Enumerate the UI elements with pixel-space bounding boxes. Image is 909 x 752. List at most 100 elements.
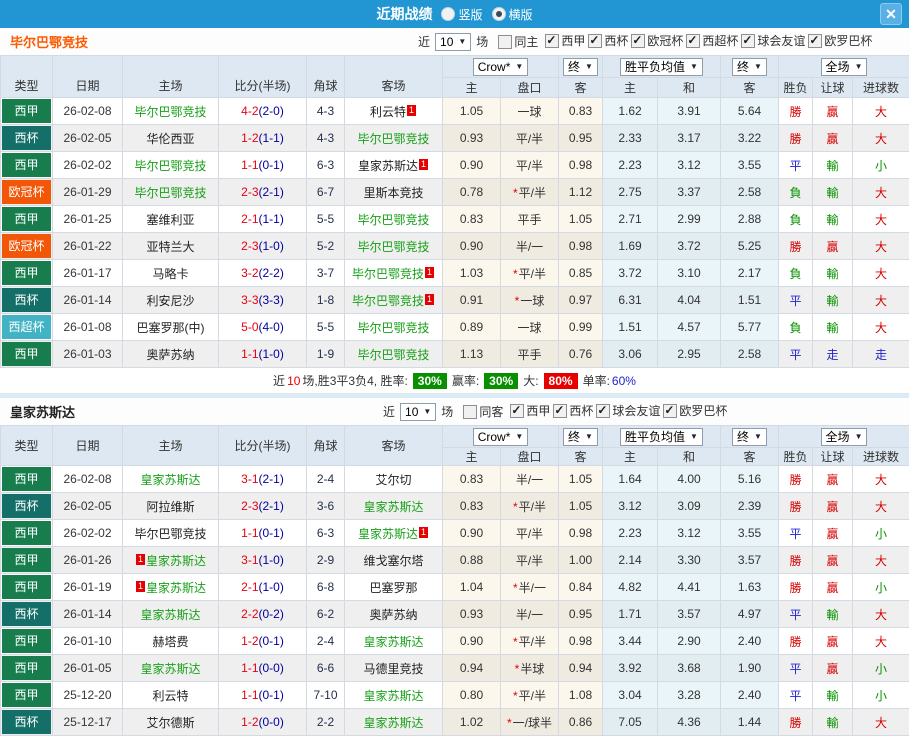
checkbox-icon[interactable]: [553, 403, 568, 418]
away-team-link[interactable]: 巴塞罗那: [369, 581, 417, 595]
away-team-link[interactable]: 毕尔巴鄂竞技: [357, 132, 429, 146]
odds-company-select[interactable]: Crow*: [472, 57, 529, 76]
corner-count: 4-3: [306, 124, 345, 152]
league-filter-checkbox[interactable]: 西杯: [551, 402, 593, 419]
home-team-link[interactable]: 利云特: [152, 689, 188, 703]
league-filter-checkbox[interactable]: 欧冠杯: [629, 32, 683, 49]
handicap-line-cell: *半球: [500, 654, 559, 682]
league-filter-checkbox[interactable]: 球会友谊: [739, 32, 805, 49]
horizontal-layout-label[interactable]: 横版: [509, 6, 533, 23]
odds-final-select[interactable]: 终: [563, 427, 598, 446]
home-team-link[interactable]: 毕尔巴鄂竞技: [134, 186, 206, 200]
home-team-link[interactable]: 巴塞罗那(中): [137, 321, 205, 335]
away-team-link[interactable]: 维戈塞尔塔: [363, 554, 423, 568]
league-filter-checkbox[interactable]: 西超杯: [684, 32, 738, 49]
away-team-link[interactable]: 皇家苏斯达: [363, 635, 423, 649]
close-button[interactable]: [880, 3, 902, 25]
home-team-link[interactable]: 皇家苏斯达: [146, 554, 206, 568]
home-team-link[interactable]: 皇家苏斯达: [140, 662, 200, 676]
scope-select[interactable]: 全场: [820, 427, 868, 446]
checkbox-icon[interactable]: [596, 403, 611, 418]
col-result-wdl: 胜负: [778, 77, 813, 98]
league-filter-checkbox[interactable]: 西杯: [586, 32, 628, 49]
checkbox-icon[interactable]: [631, 33, 646, 48]
away-team-link[interactable]: 利云特: [370, 105, 406, 119]
match-count-select[interactable]: 10: [400, 402, 437, 421]
avg-final-select[interactable]: 终: [732, 427, 767, 446]
horizontal-layout-radio[interactable]: [491, 7, 506, 21]
away-team-link[interactable]: 毕尔巴鄂竞技: [352, 267, 424, 281]
home-team-link[interactable]: 毕尔巴鄂竞技: [134, 527, 206, 541]
away-team-link[interactable]: 里斯本竞技: [363, 186, 423, 200]
home-team-link[interactable]: 毕尔巴鄂竞技: [134, 105, 206, 119]
home-team-link[interactable]: 毕尔巴鄂竞技: [134, 159, 206, 173]
match-count-select[interactable]: 10: [435, 32, 472, 51]
home-team-link[interactable]: 华伦西亚: [146, 132, 194, 146]
home-team-link[interactable]: 奥萨苏纳: [146, 348, 194, 362]
col-result-wdl: 胜负: [778, 447, 813, 466]
result-goals: 大: [875, 499, 888, 514]
league-filter-checkbox[interactable]: 西甲: [508, 402, 550, 419]
score-cell: 1-1(0-1): [218, 151, 307, 179]
avg-away-odds: 3.22: [720, 124, 779, 152]
away-team-link[interactable]: 毕尔巴鄂竞技: [357, 321, 429, 335]
home-team-link[interactable]: 利安尼沙: [146, 294, 194, 308]
away-team-link[interactable]: 毕尔巴鄂竞技: [352, 294, 424, 308]
vertical-layout-radio[interactable]: [441, 7, 456, 21]
home-team-link[interactable]: 皇家苏斯达: [140, 608, 200, 622]
avg-type-select[interactable]: 胜平负均值: [620, 427, 703, 446]
col-score: 比分(半场): [218, 55, 307, 98]
away-team-link[interactable]: 皇家苏斯达: [358, 527, 418, 541]
home-team-link[interactable]: 阿拉维斯: [146, 500, 194, 514]
vertical-layout-label[interactable]: 竖版: [458, 6, 482, 23]
odds-company-select[interactable]: Crow*: [472, 427, 529, 446]
away-team-link[interactable]: 毕尔巴鄂竞技: [357, 240, 429, 254]
team1-name[interactable]: 毕尔巴鄂竞技: [10, 32, 88, 51]
checkbox-icon[interactable]: [545, 33, 560, 48]
away-team-link[interactable]: 皇家苏斯达: [363, 500, 423, 514]
away-team-link[interactable]: 艾尔切: [375, 473, 411, 487]
handicap-away-odds: 0.94: [558, 654, 603, 682]
checkbox-icon[interactable]: [686, 33, 701, 48]
avg-type-select[interactable]: 胜平负均值: [620, 57, 703, 76]
home-team-link[interactable]: 亚特兰大: [146, 240, 194, 254]
handicap-line: 半球: [520, 661, 545, 676]
same-venue-checkbox[interactable]: 同主: [496, 33, 538, 50]
home-team-link[interactable]: 塞维利亚: [146, 213, 194, 227]
score-cell: 1-2(0-0): [218, 708, 307, 736]
league-type-badge: 西杯: [2, 602, 51, 626]
league-filter-checkbox[interactable]: 欧罗巴杯: [661, 402, 727, 419]
league-filter-checkbox[interactable]: 球会友谊: [594, 402, 660, 419]
league-filter-checkbox[interactable]: 欧罗巴杯: [806, 32, 872, 49]
home-team-link[interactable]: 皇家苏斯达: [146, 581, 206, 595]
checkbox-icon[interactable]: [463, 404, 478, 419]
checkbox-icon[interactable]: [741, 33, 756, 48]
away-team-link[interactable]: 皇家苏斯达: [358, 159, 418, 173]
away-team-link[interactable]: 皇家苏斯达: [363, 689, 423, 703]
checkbox-icon[interactable]: [498, 34, 513, 49]
avg-final-select[interactable]: 终: [732, 57, 767, 76]
home-team-link[interactable]: 赫塔费: [152, 635, 188, 649]
away-team-link[interactable]: 毕尔巴鄂竞技: [357, 213, 429, 227]
checkbox-icon[interactable]: [510, 403, 525, 418]
same-venue-checkbox[interactable]: 同客: [461, 403, 503, 420]
scope-select[interactable]: 全场: [820, 57, 868, 76]
home-team-link[interactable]: 马略卡: [152, 267, 188, 281]
away-team-link[interactable]: 毕尔巴鄂竞技: [357, 348, 429, 362]
home-team-link[interactable]: 皇家苏斯达: [140, 473, 200, 487]
col-type: 类型: [0, 425, 53, 466]
odds-final-select[interactable]: 终: [563, 57, 598, 76]
team2-name[interactable]: 皇家苏斯达: [10, 402, 75, 421]
fulltime-score: 2-3: [241, 185, 259, 199]
away-team-link[interactable]: 马德里竞技: [363, 662, 423, 676]
home-team-link[interactable]: 艾尔德斯: [146, 716, 194, 730]
col-odds-line: 盘口: [500, 77, 559, 98]
checkbox-icon[interactable]: [808, 33, 823, 48]
match-row: 西杯 26-02-05 阿拉维斯 2-3(2-1) 3-6 皇家苏斯达 0.83…: [0, 492, 909, 520]
handicap-line-cell: 平手: [500, 205, 559, 233]
away-team-link[interactable]: 皇家苏斯达: [363, 716, 423, 730]
checkbox-icon[interactable]: [588, 33, 603, 48]
checkbox-icon[interactable]: [663, 403, 678, 418]
away-team-link[interactable]: 奥萨苏纳: [369, 608, 417, 622]
league-filter-checkbox[interactable]: 西甲: [543, 32, 585, 49]
